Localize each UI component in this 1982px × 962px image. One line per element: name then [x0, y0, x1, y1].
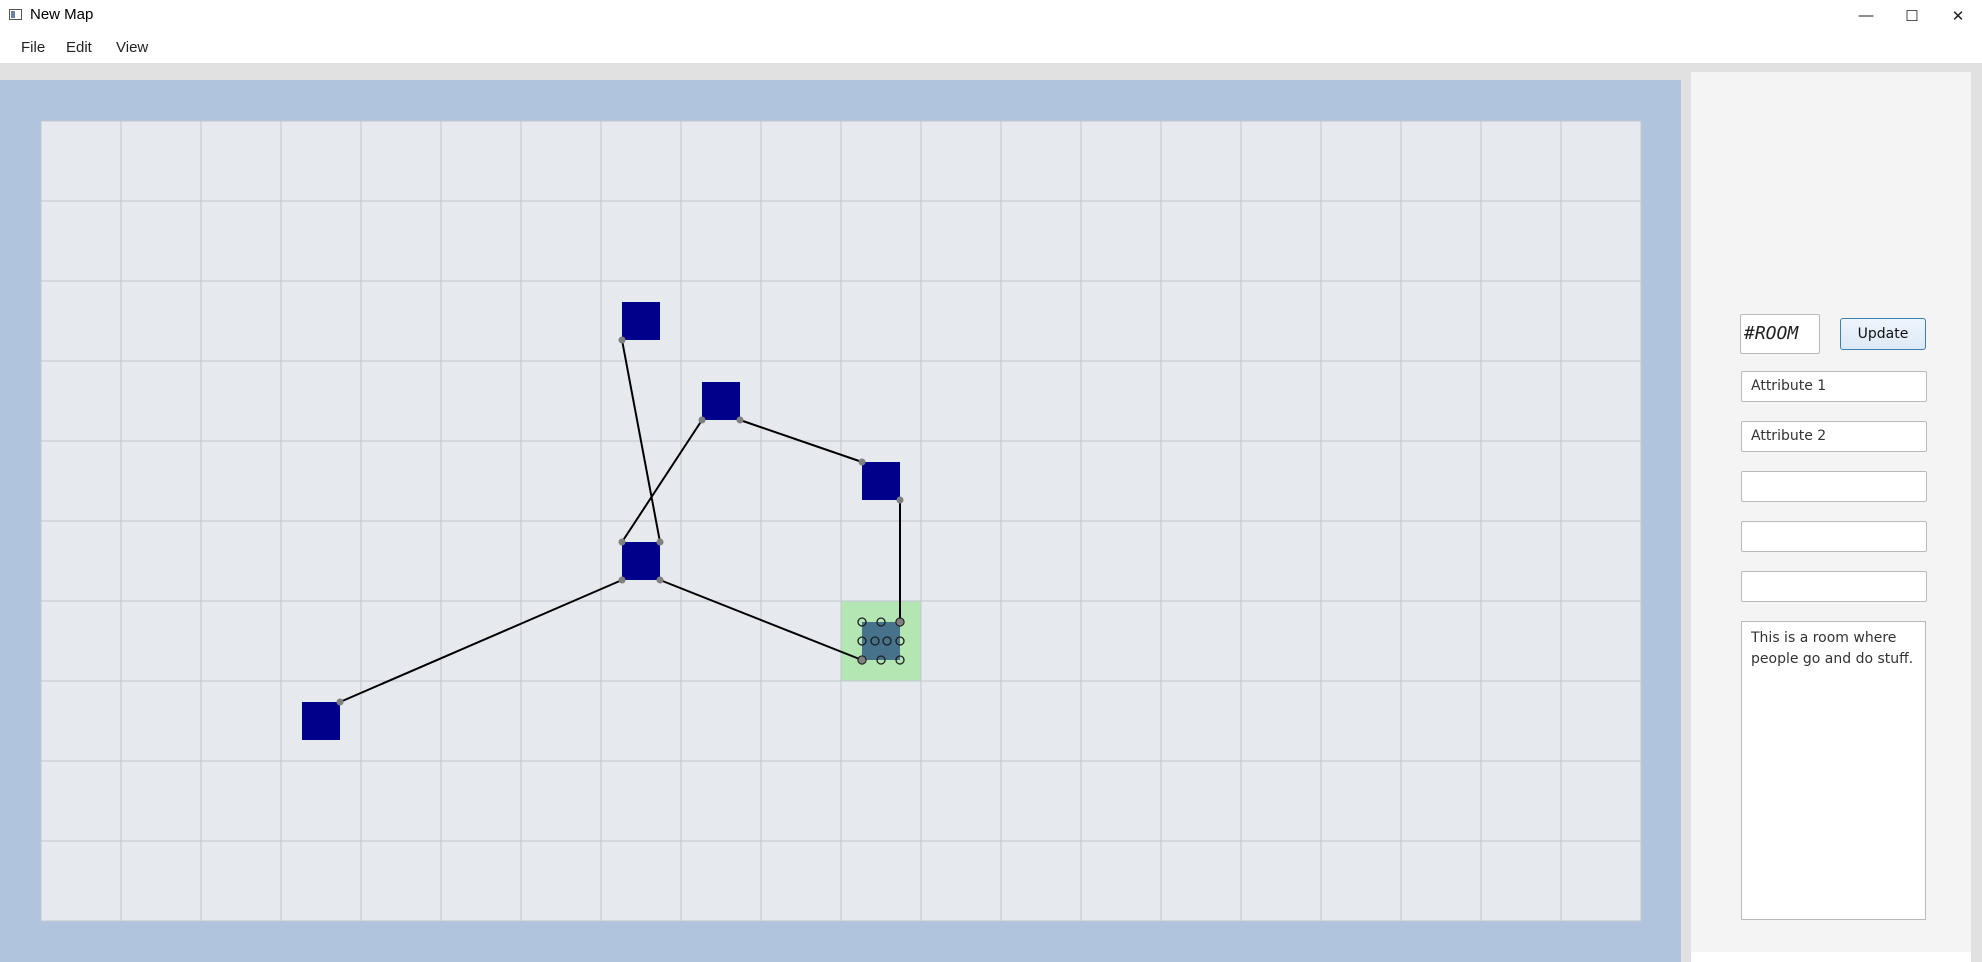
app-icon — [9, 9, 22, 20]
connection-handle[interactable] — [896, 496, 904, 504]
connection-handle[interactable] — [618, 538, 626, 546]
maximize-button[interactable]: ☐ — [1889, 0, 1935, 31]
selected-room[interactable] — [862, 622, 900, 660]
attribute-field-3[interactable] — [1741, 471, 1927, 502]
room[interactable] — [862, 462, 900, 500]
minimize-icon: — — [1858, 7, 1874, 24]
menu-file[interactable]: File — [21, 39, 45, 56]
attribute-field-4[interactable] — [1741, 521, 1927, 552]
connection-handle[interactable] — [656, 576, 664, 584]
room-id-field[interactable]: #ROOM — [1740, 314, 1820, 354]
connection-handle[interactable] — [656, 538, 664, 546]
menu-view[interactable]: View — [116, 39, 148, 56]
room[interactable] — [702, 382, 740, 420]
connection-handle[interactable] — [858, 656, 866, 664]
panel-border — [1971, 63, 1982, 962]
connection-handle[interactable] — [896, 618, 904, 626]
connection-handle[interactable] — [618, 336, 626, 344]
description-textarea[interactable]: This is a room where people go and do st… — [1741, 621, 1926, 920]
update-button[interactable]: Update — [1840, 318, 1926, 350]
menu-bar: File Edit View — [0, 31, 1982, 63]
map-canvas[interactable] — [0, 80, 1681, 962]
connection-handle[interactable] — [336, 698, 344, 706]
room[interactable] — [622, 302, 660, 340]
connection-handle[interactable] — [618, 576, 626, 584]
connection-handle[interactable] — [736, 416, 744, 424]
room[interactable] — [622, 542, 660, 580]
attribute-field-5[interactable] — [1741, 571, 1927, 602]
minimize-button[interactable]: — — [1843, 0, 1889, 31]
maximize-icon: ☐ — [1905, 7, 1919, 25]
title-bar[interactable]: New Map — ☐ ✕ — [0, 0, 1982, 32]
connection-handle[interactable] — [858, 458, 866, 466]
window-title: New Map — [30, 6, 94, 23]
attribute-field-2[interactable]: Attribute 2 — [1741, 421, 1927, 452]
map-grid[interactable] — [0, 80, 1681, 962]
close-icon: ✕ — [1951, 7, 1965, 25]
menu-edit[interactable]: Edit — [66, 39, 92, 56]
attribute-field-1[interactable]: Attribute 1 — [1741, 371, 1927, 402]
close-button[interactable]: ✕ — [1935, 0, 1981, 31]
connection-handle[interactable] — [698, 416, 706, 424]
room[interactable] — [302, 702, 340, 740]
splitter[interactable] — [1681, 63, 1691, 962]
